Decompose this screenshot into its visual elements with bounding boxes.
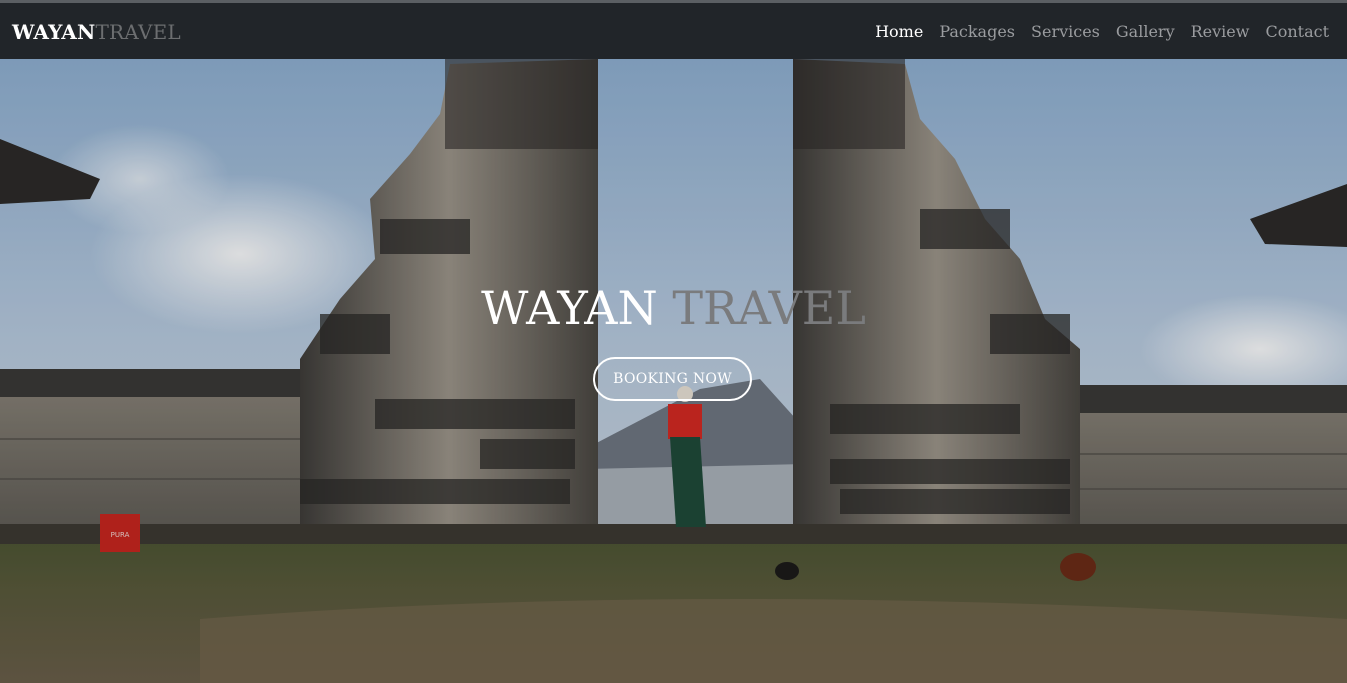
- hero-title: WAYAN TRAVEL: [0, 281, 1347, 335]
- booking-now-button[interactable]: BOOKING NOW: [593, 357, 752, 401]
- nav-item-packages[interactable]: Packages: [939, 22, 1015, 41]
- hero-title-part1: WAYAN: [481, 281, 658, 335]
- nav-item-gallery[interactable]: Gallery: [1116, 22, 1175, 41]
- hero-title-part2: TRAVEL: [672, 281, 866, 335]
- brand-logo[interactable]: WAYANTRAVEL: [12, 20, 181, 44]
- nav-item-home[interactable]: Home: [875, 22, 923, 41]
- navbar: WAYANTRAVEL Home Packages Services Galle…: [0, 3, 1347, 59]
- nav-menu: Home Packages Services Gallery Review Co…: [875, 22, 1329, 41]
- nav-item-review[interactable]: Review: [1191, 22, 1250, 41]
- nav-item-contact[interactable]: Contact: [1265, 22, 1329, 41]
- brand-part2: TRAVEL: [95, 20, 181, 44]
- hero-section: PURA WAYAN TRAVEL BOOKING NOW: [0, 59, 1347, 683]
- brand-part1: WAYAN: [12, 20, 96, 44]
- nav-item-services[interactable]: Services: [1031, 22, 1100, 41]
